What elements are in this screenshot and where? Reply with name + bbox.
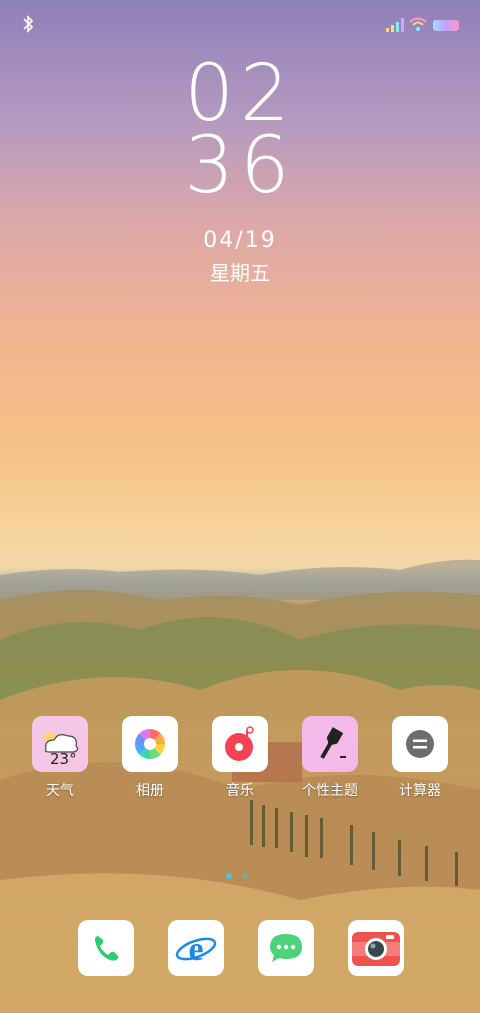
messages-icon: [270, 934, 302, 962]
app-calculator[interactable]: 计算器: [380, 716, 460, 800]
app-label: 音乐: [226, 783, 254, 799]
weather-temp: 23°: [50, 750, 77, 768]
gallery-icon: [122, 716, 178, 772]
page-dot: [242, 873, 248, 879]
music-icon: [212, 716, 268, 772]
weather-icon: 23°: [32, 716, 88, 772]
app-label: 相册: [136, 783, 164, 799]
app-music[interactable]: 音乐: [200, 716, 280, 800]
svg-text:e: e: [188, 931, 203, 968]
clock-hour: 02: [184, 49, 296, 139]
theme-brush-icon: [302, 716, 358, 772]
dock-phone[interactable]: [78, 920, 134, 976]
lockscreen-clock: 02 36: [0, 49, 480, 211]
battery-icon: [433, 20, 459, 31]
signal-icon: [386, 18, 404, 32]
dock-messages[interactable]: [258, 920, 314, 976]
browser-icon: e: [175, 931, 217, 968]
clock-minute: 36: [184, 121, 296, 211]
dock-camera[interactable]: [348, 920, 404, 976]
page-dot-active: [226, 873, 232, 879]
status-bar: [0, 0, 480, 48]
app-weather[interactable]: 23° 天气: [20, 716, 100, 800]
app-label: 天气: [46, 783, 74, 799]
weekday-text: 星期五: [210, 261, 270, 285]
app-label: 个性主题: [302, 783, 358, 799]
phone-icon: [95, 936, 119, 961]
page-indicator: [226, 873, 256, 879]
app-gallery[interactable]: 相册: [110, 716, 190, 800]
date-text: 04/19: [203, 228, 277, 253]
dock-browser[interactable]: e: [168, 920, 224, 976]
camera-icon: [352, 932, 400, 966]
app-themes[interactable]: 个性主题: [290, 716, 370, 800]
app-label: 计算器: [399, 783, 441, 799]
bluetooth-icon: [23, 15, 34, 33]
calculator-icon: [392, 716, 448, 772]
wifi-icon: [409, 17, 427, 31]
